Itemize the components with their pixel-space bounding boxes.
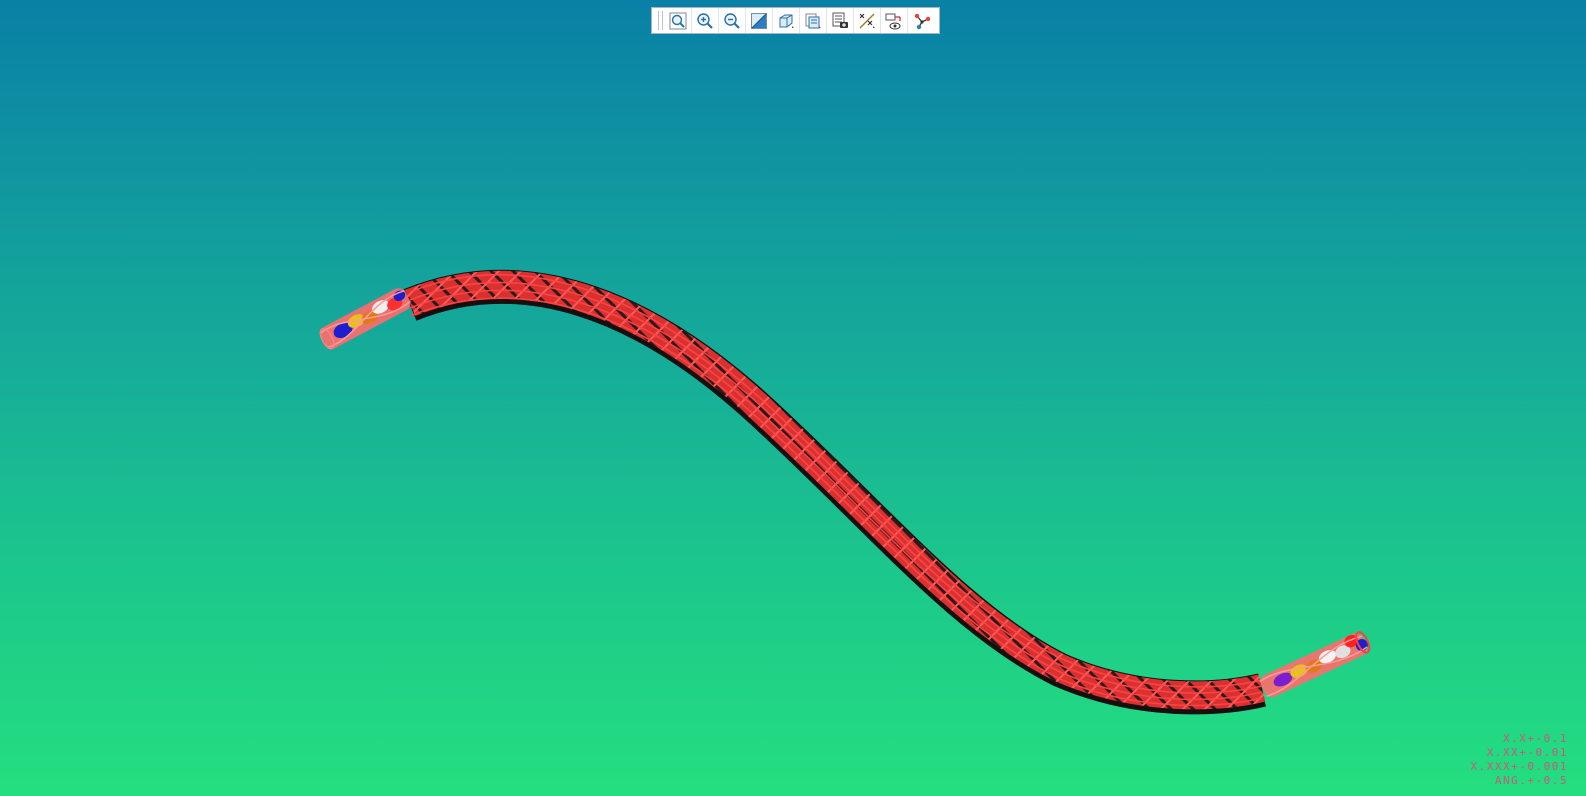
tolerance-line-1: X.X+-0.1 [1503,732,1568,745]
left-wire-bundle [319,288,411,350]
display-style-icon [779,14,794,28]
refit-button[interactable] [665,8,692,33]
zoom-out-icon [724,12,740,29]
graphics-toolbar [651,7,940,34]
tolerance-line-4: ANG.+-0.5 [1494,774,1568,787]
network-icon [914,13,930,29]
harness-network-button[interactable] [908,8,935,33]
zoom-in-icon [697,12,713,29]
repaint-icon [751,12,767,29]
toolbar-grip[interactable] [658,11,663,30]
view-manager-button[interactable] [827,8,854,33]
annotation-display-icon [885,13,901,29]
cable-model[interactable] [317,269,1372,715]
datum-display-icon [859,13,875,28]
tolerance-line-3: X.XXX+-0.001 [1470,760,1568,773]
tolerance-note: X.X+-0.1 X.XX+-0.01 X.XXX+-0.001 ANG.+-0… [1471,732,1568,788]
datum-display-button[interactable] [854,8,881,33]
tolerance-line-2: X.XX+-0.01 [1486,746,1568,759]
model-viewport[interactable] [0,0,1586,796]
saved-orientations-button[interactable] [800,8,827,33]
zoom-in-button[interactable] [692,8,719,33]
zoom-out-button[interactable] [719,8,746,33]
refit-icon [669,12,687,29]
right-wire-bundle [1259,631,1371,698]
display-style-button[interactable] [773,8,800,33]
braided-sleeve [404,270,1266,710]
repaint-button[interactable] [746,8,773,33]
saved-orientations-icon [805,13,821,28]
annotation-display-button[interactable] [881,8,908,33]
view-manager-icon [832,12,848,28]
